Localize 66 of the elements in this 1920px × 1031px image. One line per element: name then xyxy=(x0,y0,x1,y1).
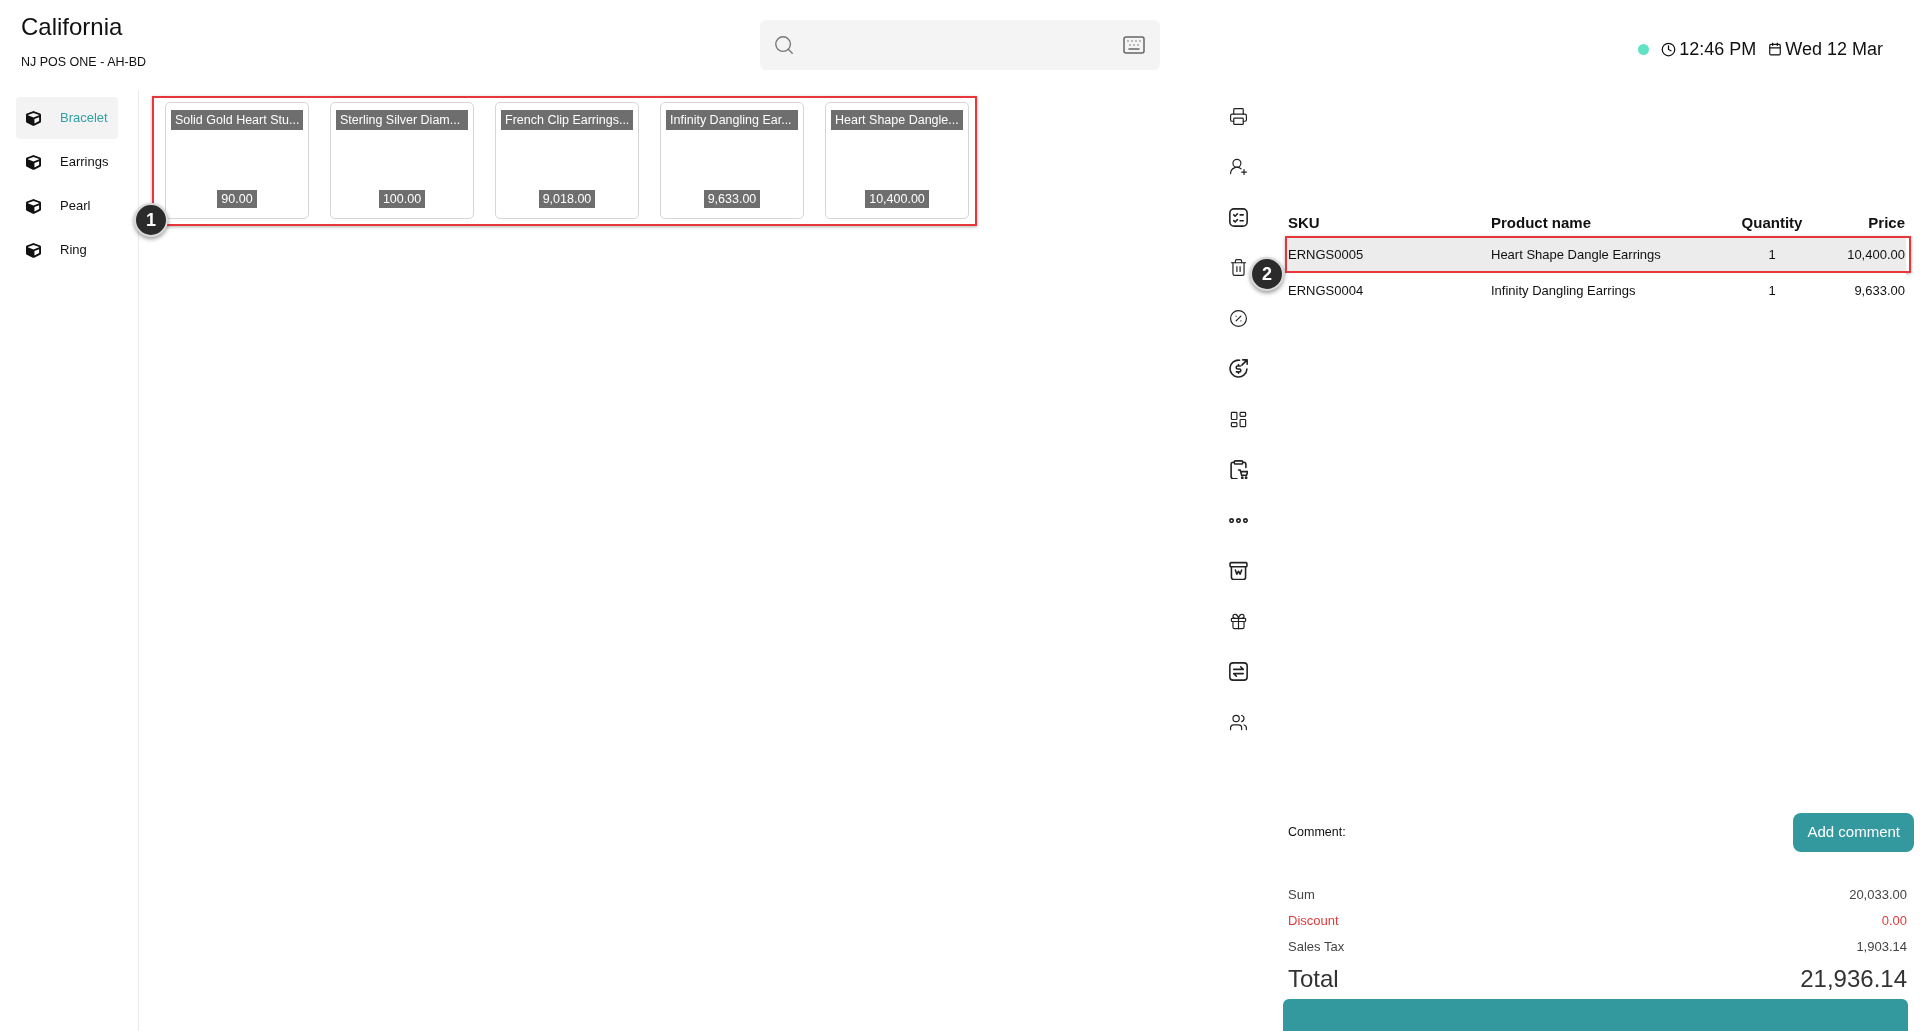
box-icon xyxy=(1229,561,1248,581)
keyboard-icon xyxy=(1122,33,1146,57)
product-card[interactable]: Solid Gold Heart Stu... 90.00 xyxy=(165,102,309,219)
callout-marker: 2 xyxy=(1250,257,1284,291)
cube-icon xyxy=(26,198,41,214)
category-item[interactable]: Earrings xyxy=(16,141,118,183)
comment-label: Comment: xyxy=(1288,824,1346,842)
table-cell: Heart Shape Dangle Earrings xyxy=(1491,247,1661,263)
clock-icon xyxy=(1661,41,1677,57)
product-name: French Clip Earrings... xyxy=(501,110,633,130)
total-label: Total xyxy=(1288,964,1339,994)
product-price: 9,018.00 xyxy=(538,190,596,208)
table-cell: 1 xyxy=(1768,247,1776,263)
search-icon xyxy=(773,34,795,56)
product-price: 100.00 xyxy=(378,190,426,208)
cube-icon xyxy=(26,110,41,126)
column-header: Quantity xyxy=(1741,213,1803,231)
add-comment-button[interactable]: Add comment xyxy=(1793,813,1914,852)
product-card[interactable]: Heart Shape Dangle... 10,400.00 xyxy=(825,102,969,219)
product-name: Sterling Silver Diam... xyxy=(336,110,468,130)
table-cell: ERNGS0005 xyxy=(1288,247,1364,263)
date-text: Wed 12 Mar xyxy=(1785,37,1883,61)
terminal-name: NJ POS ONE - AH-BD xyxy=(21,54,147,70)
category-item[interactable]: Bracelet xyxy=(16,97,118,139)
trash-icon xyxy=(1229,258,1248,278)
gift-icon xyxy=(1229,611,1248,631)
search-field[interactable] xyxy=(760,20,1160,70)
user-plus-icon xyxy=(1229,157,1248,177)
product-name: Heart Shape Dangle... xyxy=(831,110,963,130)
total-value: 21,936.14 xyxy=(1800,964,1907,994)
calendar-icon xyxy=(1768,42,1783,56)
percent-icon xyxy=(1229,308,1248,328)
category-item[interactable]: Pearl xyxy=(16,185,118,227)
table-cell: 10,400.00 xyxy=(1847,247,1905,263)
summary-label: Discount xyxy=(1288,912,1339,931)
product-card[interactable]: Infinity Dangling Ear... 9,633.00 xyxy=(660,102,804,219)
grid-layout-icon xyxy=(1229,409,1248,429)
callout-marker: 1 xyxy=(134,203,168,237)
summary-label: Sum xyxy=(1288,886,1315,905)
column-header: Price xyxy=(1868,213,1905,231)
column-header: SKU xyxy=(1288,213,1320,231)
product-card[interactable]: Sterling Silver Diam... 100.00 xyxy=(330,102,474,219)
dots-icon xyxy=(1229,517,1248,523)
checkout-button[interactable] xyxy=(1283,999,1908,1031)
product-price: 10,400.00 xyxy=(865,190,929,208)
users-icon xyxy=(1229,712,1248,732)
dollar-coin-icon xyxy=(1229,359,1248,379)
checklist-icon xyxy=(1229,207,1248,227)
category-item[interactable]: Ring xyxy=(16,229,118,271)
product-card[interactable]: French Clip Earrings... 9,018.00 xyxy=(495,102,639,219)
summary-value: 0.00 xyxy=(1881,912,1907,931)
product-price: 9,633.00 xyxy=(703,190,761,208)
printer-icon xyxy=(1229,106,1248,126)
time-text: 12:46 PM xyxy=(1679,37,1757,61)
store-name: California xyxy=(21,12,123,42)
product-price: 90.00 xyxy=(217,190,257,208)
cube-icon xyxy=(26,154,41,170)
summary-value: 20,033.00 xyxy=(1849,886,1907,905)
column-header: Product name xyxy=(1491,213,1592,231)
clipboard-cart-icon xyxy=(1229,460,1248,480)
cube-icon xyxy=(26,242,41,258)
product-name: Solid Gold Heart Stu... xyxy=(171,110,303,130)
exchange-icon xyxy=(1229,662,1248,682)
product-name: Infinity Dangling Ear... xyxy=(666,110,798,130)
summary-label: Sales Tax xyxy=(1288,938,1345,957)
summary-value: 1,903.14 xyxy=(1856,938,1907,957)
